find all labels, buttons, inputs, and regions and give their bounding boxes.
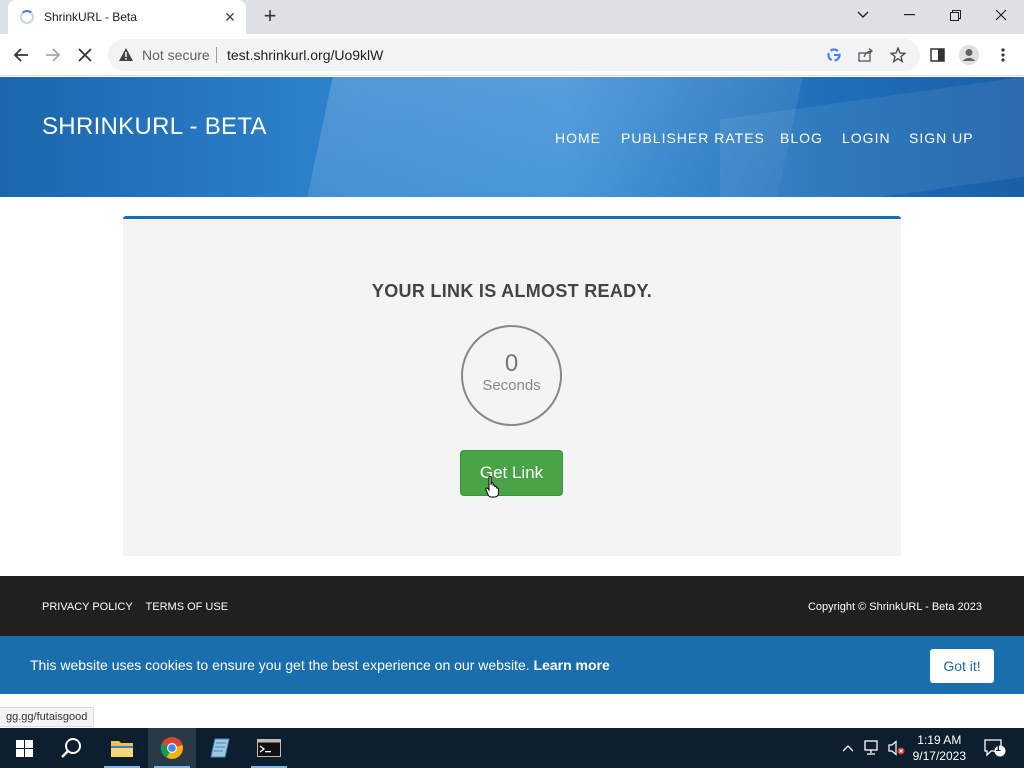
nav-sign-up[interactable]: SIGN UP (909, 130, 974, 146)
cookie-banner: This website uses cookies to ensure you … (0, 636, 1024, 694)
countdown-value: 0 (504, 350, 519, 377)
google-icon[interactable] (824, 45, 844, 65)
file-explorer-icon[interactable] (98, 728, 146, 768)
tab-title: ShrinkURL - Beta (44, 10, 137, 24)
tab-search-icon[interactable] (840, 0, 886, 30)
minimize-button[interactable] (886, 0, 932, 30)
new-tab-button[interactable]: + (258, 5, 282, 29)
os-taskbar: 1:19 AM 9/17/2023 1 (0, 728, 1024, 768)
clock-time: 1:19 AM (917, 733, 962, 747)
tab-close-icon[interactable]: ✕ (220, 7, 240, 27)
link-status-bubble: gg.gg/futaisgood (0, 707, 95, 727)
system-clock[interactable]: 1:19 AM 9/17/2023 (913, 732, 966, 764)
terminal-icon[interactable] (245, 728, 293, 768)
copyright-text: Copyright © ShrinkURL - Beta 2023 (807, 601, 982, 613)
countdown-unit: Seconds (482, 377, 541, 394)
nav-blog[interactable]: BLOG (780, 130, 823, 146)
notification-count-badge: 1 (995, 743, 1001, 754)
site-brand-logo[interactable]: SHRINKURL - BETA (42, 113, 267, 141)
nav-login[interactable]: LOGIN (842, 130, 891, 146)
side-panel-icon[interactable] (926, 44, 948, 66)
security-status-label[interactable]: Not secure (142, 47, 210, 63)
countdown-timer: 0 Seconds (461, 325, 562, 426)
privacy-policy-link[interactable]: PRIVACY POLICY (42, 601, 133, 613)
get-link-button[interactable]: Get Link (460, 450, 563, 496)
address-bar[interactable]: Not secure test.shrinkurl.org/Uo9klW (108, 39, 920, 71)
browser-tab[interactable]: ShrinkURL - Beta ✕ (8, 0, 246, 34)
cookie-accept-button[interactable]: Got it! (930, 649, 994, 683)
share-icon[interactable] (856, 45, 876, 65)
cookie-message: This website uses cookies to ensure you … (30, 657, 610, 673)
link-ready-card: YOUR LINK IS ALMOST READY. 0 Seconds Get… (123, 216, 901, 556)
stop-loading-icon[interactable] (72, 42, 98, 68)
page-heading: YOUR LINK IS ALMOST READY. (371, 281, 653, 301)
url-text[interactable]: test.shrinkurl.org/Uo9klW (227, 47, 383, 63)
windows-start-icon[interactable] (0, 728, 48, 768)
tab-strip: ShrinkURL - Beta ✕ + (0, 0, 1024, 34)
chrome-taskbar-icon[interactable] (148, 728, 196, 768)
forward-icon[interactable] (40, 42, 66, 68)
cookie-message-text: This website uses cookies to ensure you … (30, 657, 530, 673)
warning-triangle-icon[interactable] (118, 47, 134, 67)
clock-date: 9/17/2023 (912, 749, 966, 763)
cookie-learn-more-link[interactable]: Learn more (534, 657, 610, 673)
show-hidden-icons-chevron-icon[interactable] (838, 738, 858, 758)
site-footer: PRIVACY POLICY TERMS OF USE Copyright © … (0, 576, 1024, 636)
hand-pointer-cursor-icon (485, 475, 501, 503)
notepad-icon[interactable] (196, 728, 244, 768)
nav-home[interactable]: HOME (555, 130, 601, 146)
network-icon[interactable] (861, 738, 881, 758)
close-window-button[interactable] (978, 0, 1024, 30)
browser-toolbar: Not secure test.shrinkurl.org/Uo9klW (0, 34, 1024, 76)
nav-publisher-rates[interactable]: PUBLISHER RATES (621, 130, 765, 146)
search-icon[interactable] (48, 728, 96, 768)
back-icon[interactable] (8, 42, 34, 68)
profile-avatar-icon[interactable] (958, 44, 980, 66)
volume-muted-icon[interactable] (886, 738, 906, 758)
restore-button[interactable] (932, 0, 978, 30)
footer-links: PRIVACY POLICY TERMS OF USE (42, 601, 238, 613)
loading-spinner-icon (20, 10, 34, 24)
bookmark-star-icon[interactable] (888, 45, 908, 65)
menu-kebab-icon[interactable] (992, 44, 1014, 66)
terms-of-use-link[interactable]: TERMS OF USE (146, 601, 229, 613)
omnibox-divider (216, 47, 217, 63)
